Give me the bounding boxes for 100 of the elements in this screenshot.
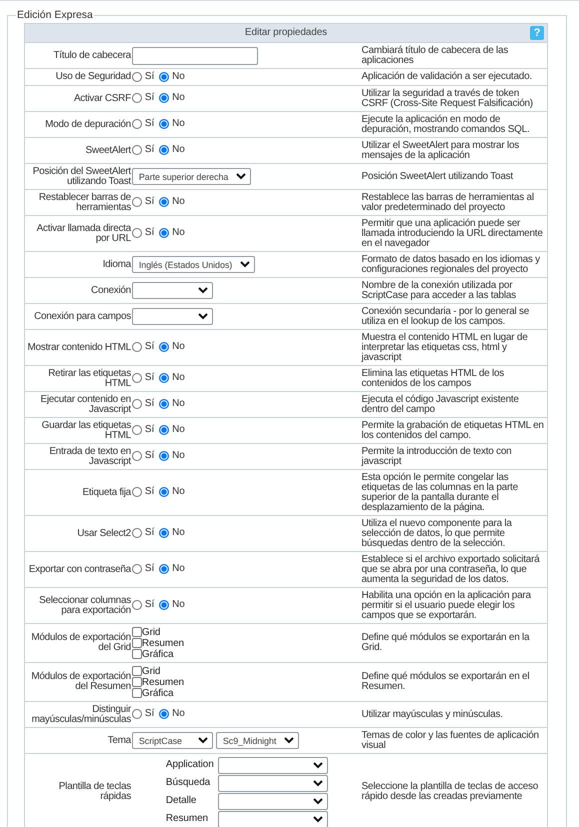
- radio-label: No: [172, 399, 185, 410]
- radio-button[interactable]: [159, 197, 170, 208]
- field-description: Utilizar mayúsculas y minúsculas.: [361, 708, 503, 720]
- radio-label: No: [172, 197, 185, 208]
- checkbox[interactable]: [132, 677, 142, 688]
- panel-legend: Edición Expresa: [16, 9, 94, 21]
- checkbox[interactable]: [132, 688, 142, 698]
- field-description: Utiliza el nuevo componente para la selección de datos, lo que permite búsquedas dentro de la selección.: [361, 518, 512, 549]
- checkbox[interactable]: [132, 638, 142, 648]
- dropdown[interactable]: Sc9_Midnight: [216, 732, 300, 750]
- header-title: Editar propiedades: [244, 27, 328, 38]
- radio-label: No: [172, 72, 185, 82]
- radio-label: Sí: [144, 487, 154, 498]
- chevron-down-icon: [198, 287, 208, 294]
- dropdown[interactable]: Parte superior derecha: [132, 168, 252, 186]
- radio-button[interactable]: [132, 228, 142, 238]
- radio-button[interactable]: [159, 600, 170, 610]
- dropdown[interactable]: [218, 756, 328, 774]
- radio-label: No: [172, 119, 185, 130]
- field-label: Activar llamada directa por URL: [36, 222, 131, 244]
- template-label: Resumen: [166, 814, 210, 824]
- radio-label: Sí: [144, 72, 154, 82]
- field-label: Exportar con contraseña: [28, 564, 131, 575]
- checkbox[interactable]: [132, 666, 142, 676]
- field-description: Cambiará título de cabecera de las aplicaciones: [361, 45, 508, 66]
- radio-button[interactable]: [159, 564, 170, 574]
- radio-button[interactable]: [159, 145, 170, 156]
- radio-button[interactable]: [159, 487, 170, 498]
- text-field[interactable]: [132, 47, 258, 65]
- radio-label: Sí: [144, 119, 154, 130]
- field-label: Restablecer barras de herramientas: [38, 192, 131, 213]
- radio-button[interactable]: [159, 528, 170, 538]
- radio-button[interactable]: [132, 93, 142, 104]
- radio-button[interactable]: [159, 399, 170, 410]
- radio-label: No: [172, 709, 185, 720]
- radio-button[interactable]: [159, 451, 170, 462]
- radio-label: No: [172, 228, 185, 238]
- radio-button[interactable]: [132, 709, 142, 720]
- radio-button[interactable]: [132, 600, 142, 610]
- field-description: Utilizar la seguridad a través de token CSRF (Cross-Site Request Falsificación): [361, 88, 533, 109]
- radio-button[interactable]: [132, 197, 142, 208]
- radio-button[interactable]: [132, 425, 142, 436]
- radio-label: Sí: [144, 197, 154, 208]
- radio-button[interactable]: [132, 528, 142, 538]
- template-label: Detalle: [166, 796, 198, 806]
- radio-label: Sí: [144, 564, 154, 574]
- radio-button[interactable]: [132, 399, 142, 410]
- field-label: Tema: [108, 734, 131, 746]
- chevron-down-icon: [198, 313, 208, 320]
- field-description: Establece si el archivo exportado solicitará que se abra por una contraseña, lo que aumenta la seguridad de los datos.: [361, 554, 540, 585]
- radio-button[interactable]: [159, 373, 170, 384]
- field-description: Permitir que una aplicación puede ser llamada introduciendo la URL directamente en el navegador: [361, 218, 543, 249]
- field-description: Define qué módulos se exportarán en la Grid.: [361, 632, 530, 654]
- dropdown[interactable]: [218, 792, 328, 810]
- dropdown[interactable]: Inglés (Estados Unidos): [132, 256, 256, 274]
- radio-label: Sí: [144, 399, 154, 410]
- dropdown[interactable]: [132, 282, 213, 300]
- radio-button[interactable]: [132, 451, 142, 462]
- radio-button[interactable]: [159, 72, 170, 82]
- field-description: Permite la introducción de texto con javascript: [361, 446, 512, 467]
- field-label: Uso de Seguridad: [56, 71, 131, 82]
- radio-label: Sí: [144, 451, 154, 462]
- radio-label: No: [172, 93, 185, 104]
- checkbox-label: Gráfica: [142, 648, 174, 660]
- radio-button[interactable]: [132, 119, 142, 130]
- field-label: Posición del SweetAlert utilizando Toast: [32, 166, 131, 187]
- checkbox[interactable]: [132, 627, 142, 638]
- field-description: Define qué módulos se exportarán en el Resumen.: [361, 671, 530, 692]
- radio-button[interactable]: [159, 342, 170, 352]
- radio-button[interactable]: [132, 564, 142, 574]
- chevron-down-icon: [312, 798, 323, 805]
- checkbox[interactable]: [132, 649, 142, 660]
- radio-label: Sí: [144, 145, 154, 156]
- dropdown[interactable]: [218, 774, 328, 792]
- radio-button[interactable]: [132, 145, 142, 156]
- radio-button[interactable]: [159, 425, 170, 436]
- field-description: Temas de color y las fuentes de aplicación visual: [361, 730, 539, 751]
- radio-label: Sí: [144, 373, 154, 384]
- dropdown[interactable]: ScriptCase: [132, 732, 213, 750]
- dropdown[interactable]: [132, 308, 213, 326]
- radio-label: Sí: [144, 528, 154, 538]
- field-label: Título de cabecera: [53, 50, 131, 61]
- field-label: SweetAlert: [86, 144, 131, 156]
- radio-label: No: [172, 425, 185, 436]
- radio-label: Sí: [144, 228, 154, 238]
- field-description: Ejecuta el código Javascript existente dentro del campo: [361, 394, 519, 415]
- radio-label: Sí: [144, 600, 154, 610]
- field-description: Posición SweetAlert utilizando Toast: [361, 170, 513, 182]
- field-description: Ejecute la aplicación en modo de depuración, mostrando comandos SQL.: [361, 114, 530, 135]
- radio-button[interactable]: [159, 93, 170, 104]
- radio-label: Sí: [144, 342, 154, 352]
- radio-button[interactable]: [132, 373, 142, 384]
- radio-button[interactable]: [159, 228, 170, 238]
- radio-button[interactable]: [159, 119, 170, 130]
- radio-button[interactable]: [132, 487, 142, 498]
- dropdown[interactable]: [218, 810, 328, 827]
- radio-button[interactable]: [132, 72, 142, 82]
- radio-button[interactable]: [159, 709, 170, 720]
- field-label: Usar Select2: [77, 528, 131, 539]
- radio-button[interactable]: [132, 342, 142, 352]
